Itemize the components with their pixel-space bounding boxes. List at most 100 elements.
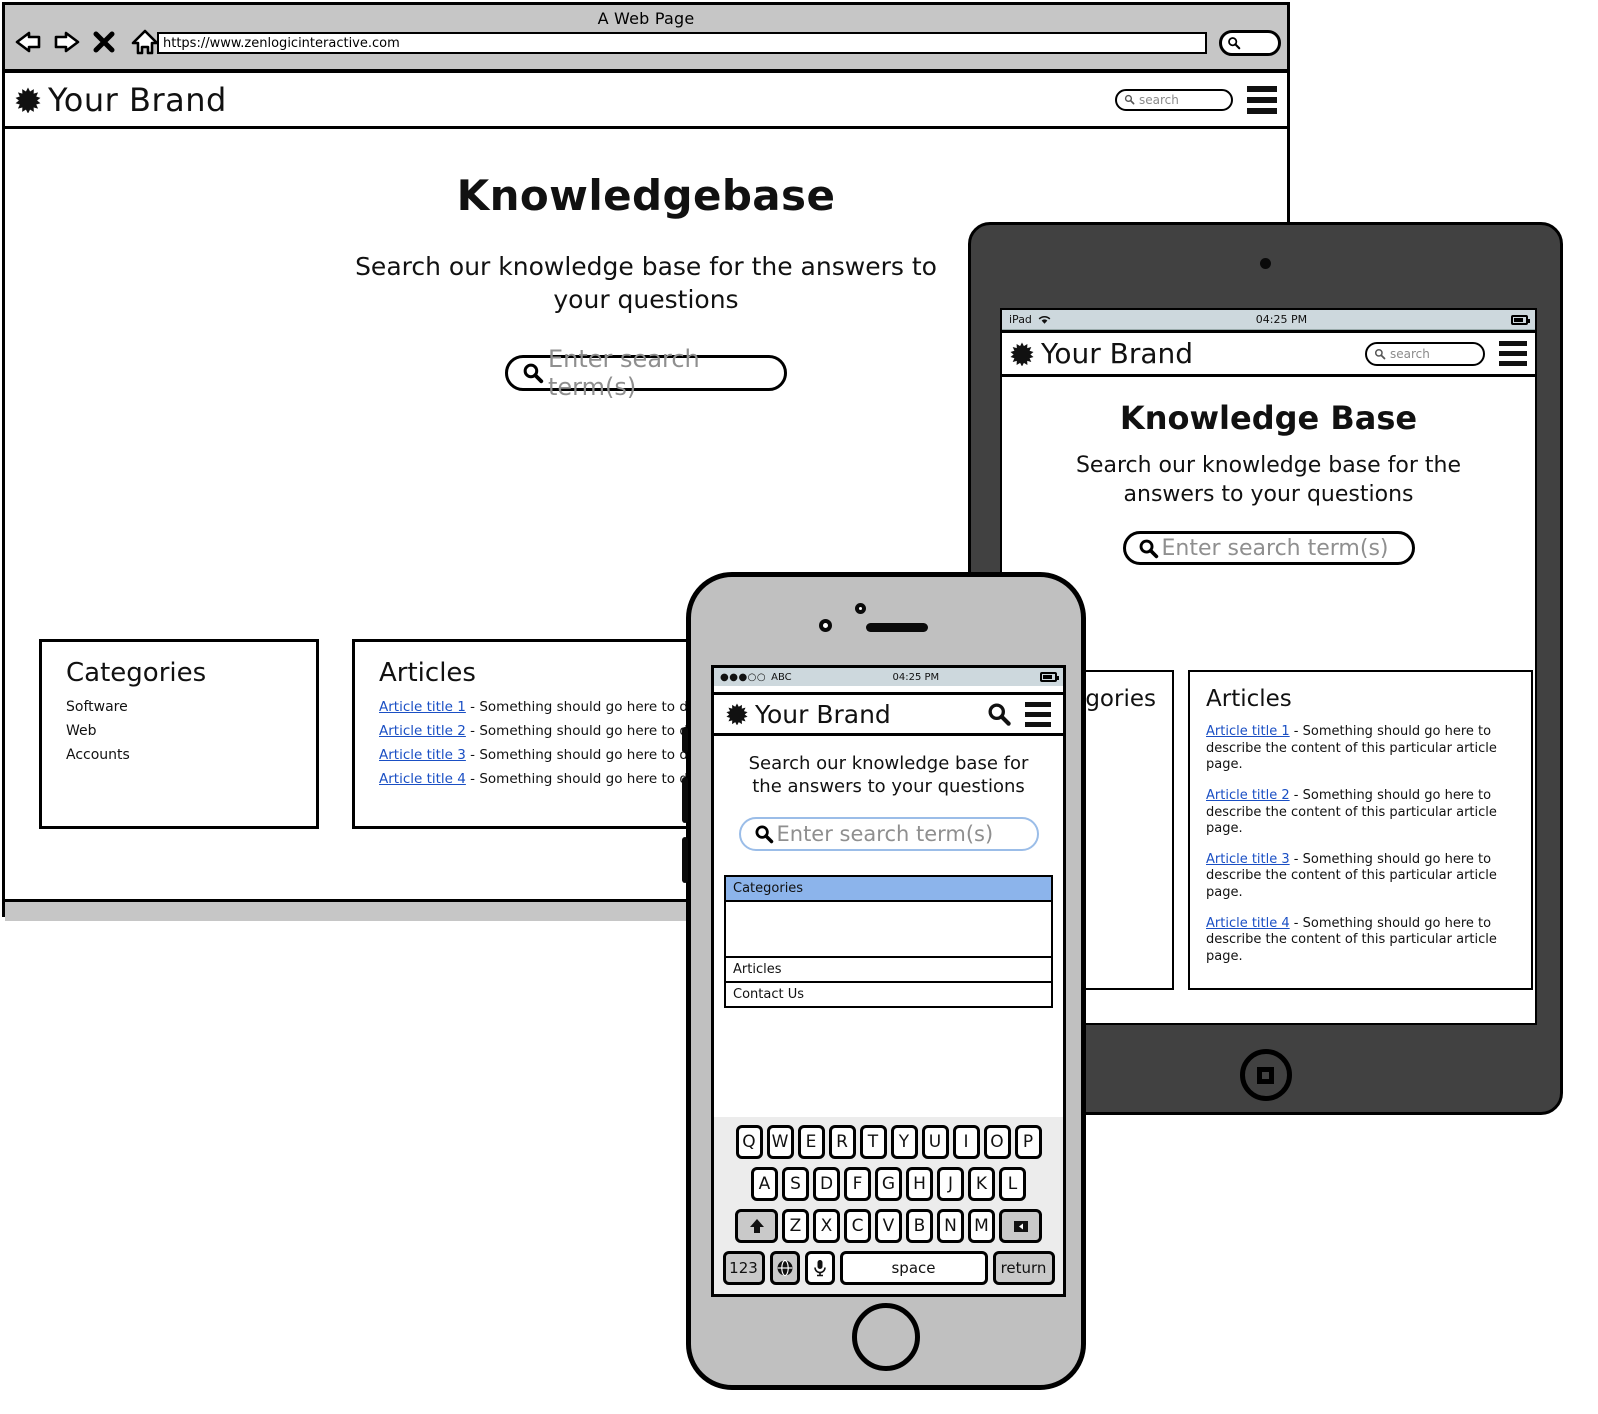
magnifier-icon xyxy=(754,824,774,844)
search-placeholder: Enter search term(s) xyxy=(1161,535,1389,561)
home-square-icon[interactable] xyxy=(1239,1049,1292,1101)
magnifier-icon xyxy=(1138,538,1159,559)
article-link[interactable]: Article title 1 xyxy=(1206,724,1290,739)
key-p[interactable]: P xyxy=(1014,1125,1042,1159)
article-separator: - xyxy=(465,747,480,763)
key-m[interactable]: M xyxy=(968,1209,995,1243)
header-search-input[interactable]: search xyxy=(1365,341,1485,366)
brand-logo-group[interactable]: Your Brand xyxy=(1010,337,1193,370)
list-item-placeholder xyxy=(726,901,1051,958)
key-y[interactable]: Y xyxy=(890,1125,918,1159)
key-d[interactable]: D xyxy=(813,1167,840,1201)
url-address-bar[interactable]: https://www.zenlogicinteractive.com xyxy=(157,32,1207,54)
key-w[interactable]: W xyxy=(766,1125,794,1159)
header-search-placeholder: search xyxy=(1139,92,1179,107)
key-b[interactable]: B xyxy=(906,1209,933,1243)
signal-strength-icon: ●●●○○ xyxy=(720,671,767,683)
clock-label: 04:25 PM xyxy=(892,671,940,683)
search-input[interactable]: Enter search term(s) xyxy=(1122,531,1415,566)
search-input[interactable]: Enter search term(s) xyxy=(505,345,787,401)
brand-logo-group[interactable]: Your Brand xyxy=(726,700,891,729)
return-key[interactable]: return xyxy=(992,1251,1055,1285)
numbers-key[interactable]: 123 xyxy=(722,1251,765,1285)
tablet-header-actions: search xyxy=(1365,341,1527,366)
article-link[interactable]: Article title 4 xyxy=(379,771,466,787)
magnifier-icon[interactable] xyxy=(987,702,1011,726)
forward-arrow-icon[interactable] xyxy=(52,27,82,57)
hamburger-menu-icon[interactable] xyxy=(1499,341,1527,366)
article-link[interactable]: Article title 2 xyxy=(1206,788,1290,803)
starburst-logo-icon xyxy=(1010,342,1034,366)
key-v[interactable]: V xyxy=(875,1209,902,1243)
home-icon[interactable] xyxy=(130,27,160,57)
magnifier-icon xyxy=(1227,36,1241,50)
volume-down-button[interactable] xyxy=(682,837,688,883)
list-item-categories[interactable]: Categories xyxy=(726,876,1051,902)
article-link[interactable]: Article title 4 xyxy=(1206,916,1290,931)
key-i[interactable]: I xyxy=(952,1125,980,1159)
key-s[interactable]: S xyxy=(782,1167,809,1201)
article-separator: - xyxy=(1289,724,1303,739)
key-n[interactable]: N xyxy=(937,1209,964,1243)
brand-logo-group[interactable]: Your Brand xyxy=(15,81,227,119)
list-item[interactable]: Software xyxy=(66,699,316,715)
keyboard-row-2: A S D F G H J K L xyxy=(717,1167,1060,1201)
hamburger-menu-icon[interactable] xyxy=(1247,85,1277,114)
article-link[interactable]: Article title 2 xyxy=(379,723,466,739)
key-a[interactable]: A xyxy=(751,1167,778,1201)
home-circle-icon[interactable] xyxy=(852,1303,920,1371)
onscreen-keyboard: Q W E R T Y U I O P A S D F G H J K L Z … xyxy=(714,1117,1063,1294)
microphone-icon[interactable] xyxy=(804,1251,835,1285)
key-f[interactable]: F xyxy=(844,1167,871,1201)
space-key[interactable]: space xyxy=(839,1251,988,1285)
browser-search-box[interactable] xyxy=(1219,30,1281,56)
globe-icon[interactable] xyxy=(769,1251,800,1285)
browser-nav-buttons xyxy=(13,27,160,57)
search-input[interactable]: Enter search term(s) xyxy=(738,816,1039,851)
browser-chrome: A Web Page https://www.zenlogicinteracti… xyxy=(5,5,1287,73)
key-l[interactable]: L xyxy=(999,1167,1026,1201)
page-subtitle: Search our knowledge base for the answer… xyxy=(1075,453,1462,508)
list-item[interactable]: Web xyxy=(66,723,316,739)
key-e[interactable]: E xyxy=(797,1125,825,1159)
battery-icon xyxy=(1040,672,1059,682)
articles-heading: Articles xyxy=(1206,686,1292,712)
wifi-icon xyxy=(1037,314,1052,325)
key-r[interactable]: R xyxy=(828,1125,856,1159)
magnifier-icon xyxy=(1374,348,1386,360)
key-h[interactable]: H xyxy=(906,1167,933,1201)
shift-arrow-icon[interactable] xyxy=(735,1209,778,1243)
header-search-input[interactable]: search xyxy=(1115,88,1233,111)
article-link[interactable]: Article title 3 xyxy=(379,747,466,763)
keyboard-row-1: Q W E R T Y U I O P xyxy=(717,1125,1060,1159)
article-link[interactable]: Article title 3 xyxy=(1206,852,1290,867)
key-u[interactable]: U xyxy=(921,1125,949,1159)
list-item-contact-us[interactable]: Contact Us xyxy=(726,982,1051,1006)
key-x[interactable]: X xyxy=(813,1209,840,1243)
list-item: Article title 4 - Something should go he… xyxy=(1206,916,1515,966)
list-item[interactable]: Accounts xyxy=(66,747,316,763)
article-separator: - xyxy=(1289,851,1303,867)
key-t[interactable]: T xyxy=(859,1125,887,1159)
key-g[interactable]: G xyxy=(875,1167,902,1201)
back-arrow-icon[interactable] xyxy=(13,27,43,57)
search-placeholder: Enter search term(s) xyxy=(776,821,994,846)
key-o[interactable]: O xyxy=(983,1125,1011,1159)
phone-screen: ●●●○○ ABC 04:25 PM Your Brand Search our… xyxy=(711,665,1066,1297)
categories-list: Software Web Accounts xyxy=(66,699,316,763)
phone-status-bar: ●●●○○ ABC 04:25 PM xyxy=(714,668,1063,686)
hamburger-menu-icon[interactable] xyxy=(1025,701,1051,727)
tablet-site-header: Your Brand search xyxy=(1002,330,1535,377)
mute-switch[interactable] xyxy=(682,727,688,753)
list-item-articles[interactable]: Articles xyxy=(726,957,1051,983)
backspace-icon[interactable] xyxy=(999,1209,1042,1243)
close-x-icon[interactable] xyxy=(91,27,121,57)
key-c[interactable]: C xyxy=(844,1209,871,1243)
key-k[interactable]: K xyxy=(968,1167,995,1201)
article-link[interactable]: Article title 1 xyxy=(379,699,466,715)
key-z[interactable]: Z xyxy=(782,1209,809,1243)
key-j[interactable]: J xyxy=(937,1167,964,1201)
article-separator: - xyxy=(465,699,480,715)
key-q[interactable]: Q xyxy=(735,1125,763,1159)
volume-up-button[interactable] xyxy=(682,777,688,823)
